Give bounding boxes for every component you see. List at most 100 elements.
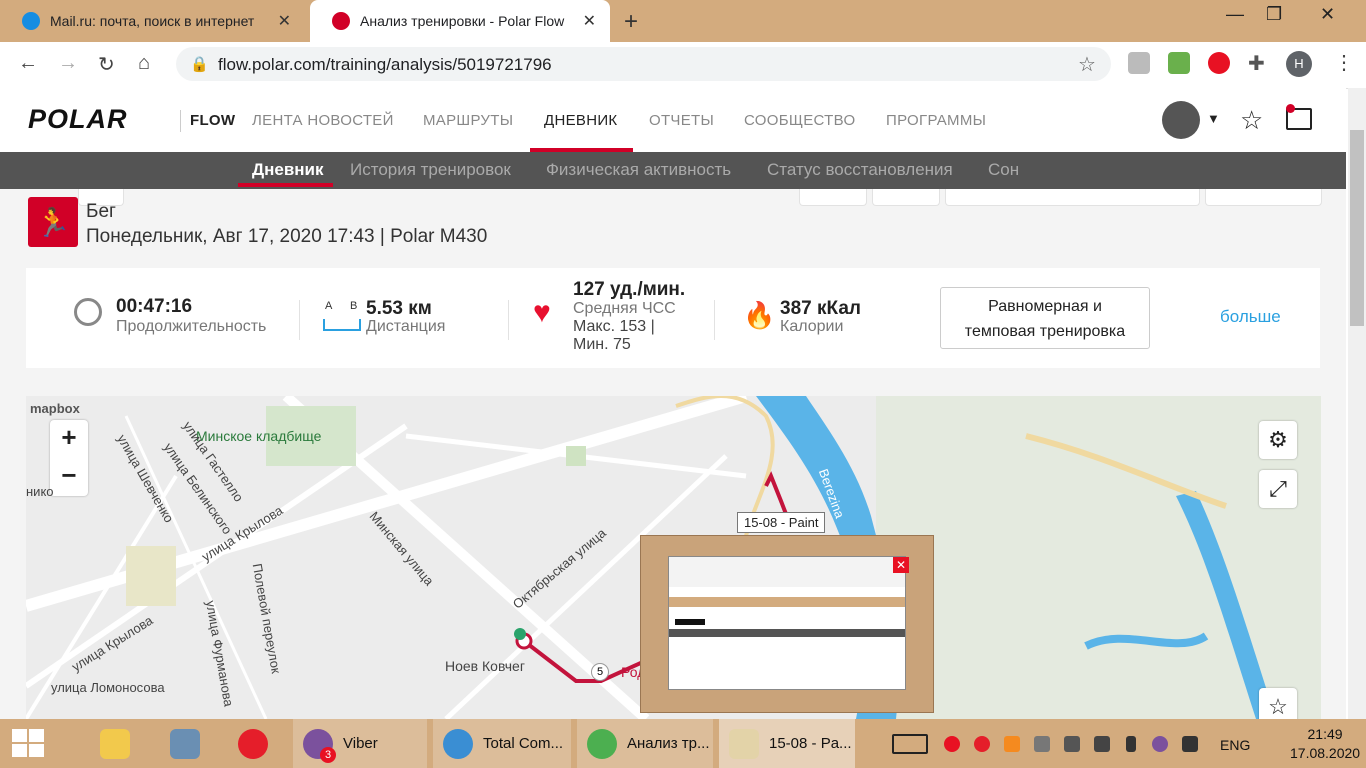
more-actions-button[interactable] (1205, 189, 1322, 206)
taskbar-viber[interactable]: Viber (293, 719, 427, 768)
extensions-puzzle-icon[interactable]: ✚ (1248, 51, 1265, 76)
training-type-line2: темповая тренировка (964, 323, 1126, 340)
distance-b-label: B (350, 300, 358, 312)
extension-adblock-icon[interactable] (1208, 52, 1230, 74)
divider (714, 300, 715, 340)
nav-community[interactable]: СООБЩЕСТВО (744, 112, 855, 129)
taskbar-calculator[interactable] (160, 719, 216, 768)
tab-title: Анализ тренировки - Polar Flow (360, 13, 565, 29)
tray-arrow-icon[interactable] (1034, 736, 1050, 752)
map-favorite-star-icon[interactable]: ☆ (1259, 688, 1297, 719)
polar-logo[interactable]: POLAR (28, 104, 128, 135)
thumb-logo (675, 619, 705, 625)
back-icon[interactable]: ← (18, 52, 38, 75)
chevron-down-icon[interactable]: ▼ (1207, 111, 1220, 126)
clock-date: 17.08.2020 (1290, 745, 1361, 761)
calculator-icon (170, 728, 200, 759)
nav-flow[interactable]: FLOW (190, 112, 235, 129)
training-type-button[interactable]: Равномерная и темповая тренировка (940, 287, 1150, 349)
comment-button[interactable] (872, 189, 940, 206)
distance-a-label: A (325, 300, 333, 312)
tray-battery-icon[interactable] (1126, 736, 1136, 752)
nav-programs[interactable]: ПРОГРАММЫ (886, 112, 986, 129)
like-button[interactable] (799, 189, 867, 206)
user-avatar[interactable] (1162, 101, 1200, 139)
divider (180, 110, 181, 132)
street-label: улица Ломоносова (51, 680, 165, 695)
taskbar-label: 15-08 - Pa... (769, 735, 852, 752)
keyboard-icon[interactable] (892, 734, 928, 754)
calories-label: Калории (780, 318, 844, 335)
close-tab-icon[interactable]: ✕ (583, 11, 596, 31)
hr-avg-label: Средняя ЧСС (573, 300, 676, 317)
nav-news-feed[interactable]: ЛЕНТА НОВОСТЕЙ (252, 112, 394, 129)
taskbar-opera[interactable] (228, 719, 284, 768)
taskbar-explorer[interactable] (90, 719, 146, 768)
subnav-activity[interactable]: Физическая активность (546, 160, 731, 180)
browser-menu-icon[interactable]: ⋮ (1334, 50, 1354, 75)
window-close-icon[interactable]: ✕ (1320, 4, 1335, 25)
more-link[interactable]: больше (1220, 307, 1281, 327)
fullscreen-icon[interactable]: ⤢ (1259, 470, 1297, 508)
taskbar-chrome[interactable]: Анализ тр... (577, 719, 713, 768)
lock-icon[interactable]: 🔒 (190, 55, 209, 73)
home-icon[interactable]: ⌂ (138, 52, 150, 75)
tray-signal-icon[interactable] (1094, 736, 1110, 752)
tab-polar-flow[interactable]: Анализ тренировки - Polar Flow ✕ (310, 0, 610, 42)
maximize-icon[interactable]: ❐ (1266, 4, 1282, 25)
tray-opera-icon[interactable] (974, 736, 990, 752)
favorites-star-icon[interactable]: ☆ (1240, 105, 1263, 136)
new-tab-button[interactable]: + (624, 8, 638, 36)
nav-routes[interactable]: МАРШРУТЫ (423, 112, 513, 129)
km-marker: 5 (591, 663, 609, 681)
tab-title: Mail.ru: почта, поиск в интернет (50, 13, 255, 29)
subnav-sleep[interactable]: Сон (988, 160, 1019, 180)
taskbar-paint[interactable]: 15-08 - Pa... (719, 719, 855, 768)
bookmark-star-icon[interactable]: ☆ (1078, 52, 1096, 77)
chrome-icon (587, 728, 617, 759)
reload-icon[interactable]: ↻ (98, 52, 115, 77)
zoom-out-button[interactable]: − (50, 460, 88, 496)
zoom-in-button[interactable]: + (50, 422, 88, 458)
forward-icon[interactable]: → (58, 52, 78, 75)
divider (299, 300, 300, 340)
tray-viber-icon[interactable] (1152, 736, 1168, 752)
taskbar-label: Total Com... (483, 735, 564, 752)
minimize-icon[interactable]: — (1226, 4, 1244, 25)
polar-favicon-icon (332, 12, 350, 30)
close-tab-icon[interactable]: ✕ (278, 11, 291, 31)
hr-avg-value: 127 уд./мин. (573, 279, 686, 300)
tray-avast-icon[interactable] (1004, 736, 1020, 752)
scrollbar-thumb[interactable] (1350, 130, 1364, 326)
tray-polar-icon[interactable] (944, 736, 960, 752)
nav-diary[interactable]: ДНЕВНИК (544, 112, 617, 129)
extension-mail-icon[interactable] (1128, 52, 1150, 74)
thumbnail-image[interactable] (668, 556, 906, 690)
language-indicator[interactable]: ENG (1220, 737, 1250, 753)
url-text[interactable]: flow.polar.com/training/analysis/5019721… (218, 55, 552, 75)
replay-route-button[interactable] (945, 189, 1200, 206)
tray-flag-icon[interactable] (1064, 736, 1080, 752)
mapbox-attribution[interactable]: mapbox (30, 401, 80, 416)
thumbnail-close-icon[interactable]: ✕ (893, 557, 909, 573)
system-clock[interactable]: 21:49 17.08.2020 (1290, 725, 1360, 763)
taskbar-total-commander[interactable]: Total Com... (433, 719, 571, 768)
profile-avatar[interactable]: Н (1286, 51, 1312, 77)
windows-start-icon[interactable] (12, 729, 46, 759)
distance-value: 5.53 км (366, 298, 432, 319)
tab-mailru[interactable]: Mail.ru: почта, поиск в интернет ✕ (0, 0, 305, 42)
mailru-icon (22, 12, 40, 30)
session-date: Понедельник, Авг 17, 2020 17:43 | Polar … (86, 226, 488, 247)
flame-icon: 🔥 (743, 300, 776, 330)
hr-max: Макс. 153 | (573, 318, 655, 335)
nav-reports[interactable]: ОТЧЕТЫ (649, 112, 714, 129)
locate-gear-icon[interactable]: ⚙ (1259, 421, 1297, 459)
subnav-recovery-status[interactable]: Статус восстановления (767, 160, 953, 180)
taskbar-label: Анализ тр... (627, 735, 710, 752)
extension-grid-icon[interactable] (1168, 52, 1190, 74)
subnav-diary[interactable]: Дневник (252, 160, 324, 180)
running-icon: 🏃 (28, 197, 78, 247)
tray-display-icon[interactable] (1182, 736, 1198, 752)
subnav-training-history[interactable]: История тренировок (350, 160, 511, 180)
duration-label: Продолжительность (116, 318, 267, 335)
